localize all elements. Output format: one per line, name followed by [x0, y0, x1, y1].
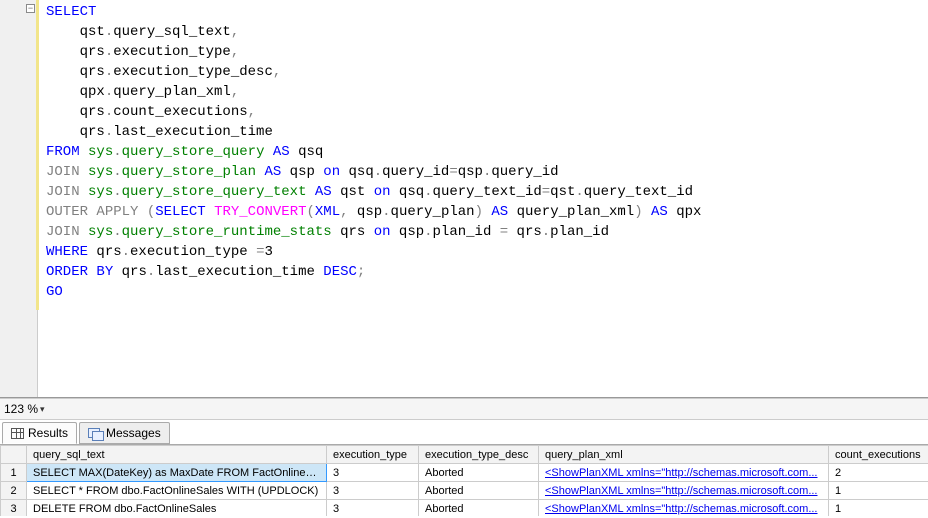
tab-results-label: Results [28, 426, 68, 440]
cell-execution-type-desc[interactable]: Aborted [419, 500, 539, 517]
table-row[interactable]: 3DELETE FROM dbo.FactOnlineSales3Aborted… [1, 500, 928, 517]
corner-cell[interactable] [1, 446, 27, 464]
header-row: query_sql_text execution_type execution_… [1, 446, 928, 464]
messages-icon [88, 428, 102, 439]
zoom-value: 123 % [4, 402, 38, 416]
xml-link[interactable]: <ShowPlanXML xmlns="http://schemas.micro… [545, 467, 818, 479]
results-grid-wrap[interactable]: query_sql_text execution_type execution_… [0, 444, 928, 516]
cell-query-sql-text[interactable]: SELECT * FROM dbo.FactOnlineSales WITH (… [27, 482, 327, 500]
col-header[interactable]: query_sql_text [27, 446, 327, 464]
cell-count-executions[interactable]: 2 [829, 464, 928, 482]
cell-execution-type-desc[interactable]: Aborted [419, 464, 539, 482]
cell-execution-type-desc[interactable]: Aborted [419, 482, 539, 500]
results-tabs: Results Messages [0, 420, 928, 444]
code-text[interactable]: SELECT qst.query_sql_text, qrs.execution… [38, 0, 928, 397]
table-row[interactable]: 1SELECT MAX(DateKey) as MaxDate FROM Fac… [1, 464, 928, 482]
zoom-dropdown[interactable]: 123 % ▾ [4, 402, 45, 416]
fold-toggle-icon[interactable]: − [26, 4, 35, 13]
tab-results[interactable]: Results [2, 422, 77, 444]
row-number[interactable]: 3 [1, 500, 27, 517]
grid-icon [11, 428, 24, 439]
col-header[interactable]: execution_type [327, 446, 419, 464]
tab-messages-label: Messages [106, 426, 161, 440]
cell-count-executions[interactable]: 1 [829, 500, 928, 517]
results-grid[interactable]: query_sql_text execution_type execution_… [0, 445, 928, 516]
change-marker [36, 0, 39, 310]
row-number[interactable]: 1 [1, 464, 27, 482]
zoom-bar: 123 % ▾ [0, 398, 928, 420]
cell-query-plan-xml[interactable]: <ShowPlanXML xmlns="http://schemas.micro… [539, 464, 829, 482]
row-number[interactable]: 2 [1, 482, 27, 500]
xml-link[interactable]: <ShowPlanXML xmlns="http://schemas.micro… [545, 503, 818, 515]
cell-query-sql-text[interactable]: DELETE FROM dbo.FactOnlineSales [27, 500, 327, 517]
sql-editor[interactable]: − SELECT qst.query_sql_text, qrs.executi… [0, 0, 928, 398]
table-row[interactable]: 2SELECT * FROM dbo.FactOnlineSales WITH … [1, 482, 928, 500]
editor-gutter: − [0, 0, 38, 397]
cell-count-executions[interactable]: 1 [829, 482, 928, 500]
cell-query-plan-xml[interactable]: <ShowPlanXML xmlns="http://schemas.micro… [539, 500, 829, 517]
cell-query-plan-xml[interactable]: <ShowPlanXML xmlns="http://schemas.micro… [539, 482, 829, 500]
chevron-down-icon: ▾ [40, 404, 45, 415]
tab-messages[interactable]: Messages [79, 422, 170, 444]
col-header[interactable]: count_executions [829, 446, 928, 464]
cell-execution-type[interactable]: 3 [327, 500, 419, 517]
col-header[interactable]: execution_type_desc [419, 446, 539, 464]
col-header[interactable]: query_plan_xml [539, 446, 829, 464]
cell-execution-type[interactable]: 3 [327, 482, 419, 500]
cell-execution-type[interactable]: 3 [327, 464, 419, 482]
xml-link[interactable]: <ShowPlanXML xmlns="http://schemas.micro… [545, 485, 818, 497]
cell-query-sql-text[interactable]: SELECT MAX(DateKey) as MaxDate FROM Fact… [27, 464, 327, 482]
